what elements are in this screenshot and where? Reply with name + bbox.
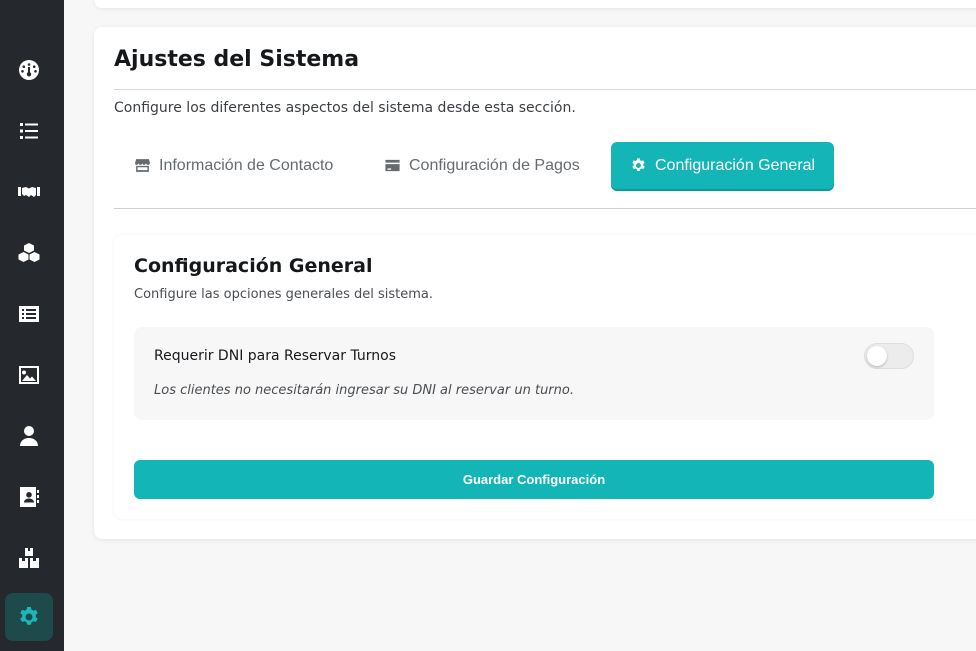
sidebar-item-handshake[interactable] <box>5 168 53 216</box>
sidebar-item-dashboard[interactable] <box>5 46 53 94</box>
store-icon <box>135 159 150 172</box>
boxes-icon <box>19 548 39 568</box>
dni-setting-label: Requerir DNI para Reservar Turnos <box>154 348 397 364</box>
credit-card-icon <box>385 159 400 172</box>
user-icon <box>20 426 38 446</box>
address-book-icon <box>20 487 39 507</box>
dni-setting-help: Los clientes no necesitarán ingresar su … <box>154 383 574 398</box>
handshake-icon <box>18 187 40 197</box>
settings-card: Ajustes del Sistema Configure los difere… <box>94 27 976 539</box>
sidebar-item-records[interactable] <box>5 290 53 338</box>
page-subtitle: Configure los diferentes aspectos del si… <box>114 100 576 116</box>
sidebar-item-inventory[interactable] <box>5 534 53 582</box>
list-icon <box>20 123 38 139</box>
section-subtitle: Configure las opciones generales del sis… <box>134 287 434 302</box>
previous-card <box>94 0 976 8</box>
dni-setting: Requerir DNI para Reservar Turnos Los cl… <box>134 327 934 420</box>
receipt-list-icon <box>19 306 39 322</box>
gear-icon <box>20 607 38 625</box>
sidebar-item-list[interactable] <box>5 107 53 155</box>
toggle-knob <box>867 346 887 366</box>
gear-icon <box>632 158 645 172</box>
section-title: Configuración General <box>134 255 373 277</box>
tab-payments[interactable]: Configuración de Pagos <box>384 142 580 189</box>
sidebar-item-users[interactable] <box>5 412 53 460</box>
image-icon <box>19 366 39 384</box>
sidebar-item-products[interactable] <box>5 229 53 277</box>
save-config-button[interactable]: Guardar Configuración <box>134 460 934 499</box>
tab-contact-info[interactable]: Información de Contacto <box>134 142 333 189</box>
tab-contact-info-label: Información de Contacto <box>159 156 334 174</box>
tabs-divider <box>114 208 976 209</box>
tab-payments-label: Configuración de Pagos <box>409 156 580 174</box>
tab-general[interactable]: Configuración General <box>611 142 835 189</box>
sidebar-item-settings[interactable] <box>5 593 53 641</box>
sidebar <box>0 0 64 651</box>
cubes-icon <box>18 243 40 262</box>
sidebar-item-contacts[interactable] <box>5 473 53 521</box>
page-title: Ajustes del Sistema <box>114 47 360 72</box>
dashboard-icon <box>19 60 39 80</box>
general-config-card: Configuración General Configure las opci… <box>114 235 976 519</box>
dni-required-toggle[interactable] <box>864 343 914 369</box>
tab-general-label: Configuración General <box>655 156 816 174</box>
title-divider <box>114 89 976 90</box>
sidebar-item-gallery[interactable] <box>5 351 53 399</box>
